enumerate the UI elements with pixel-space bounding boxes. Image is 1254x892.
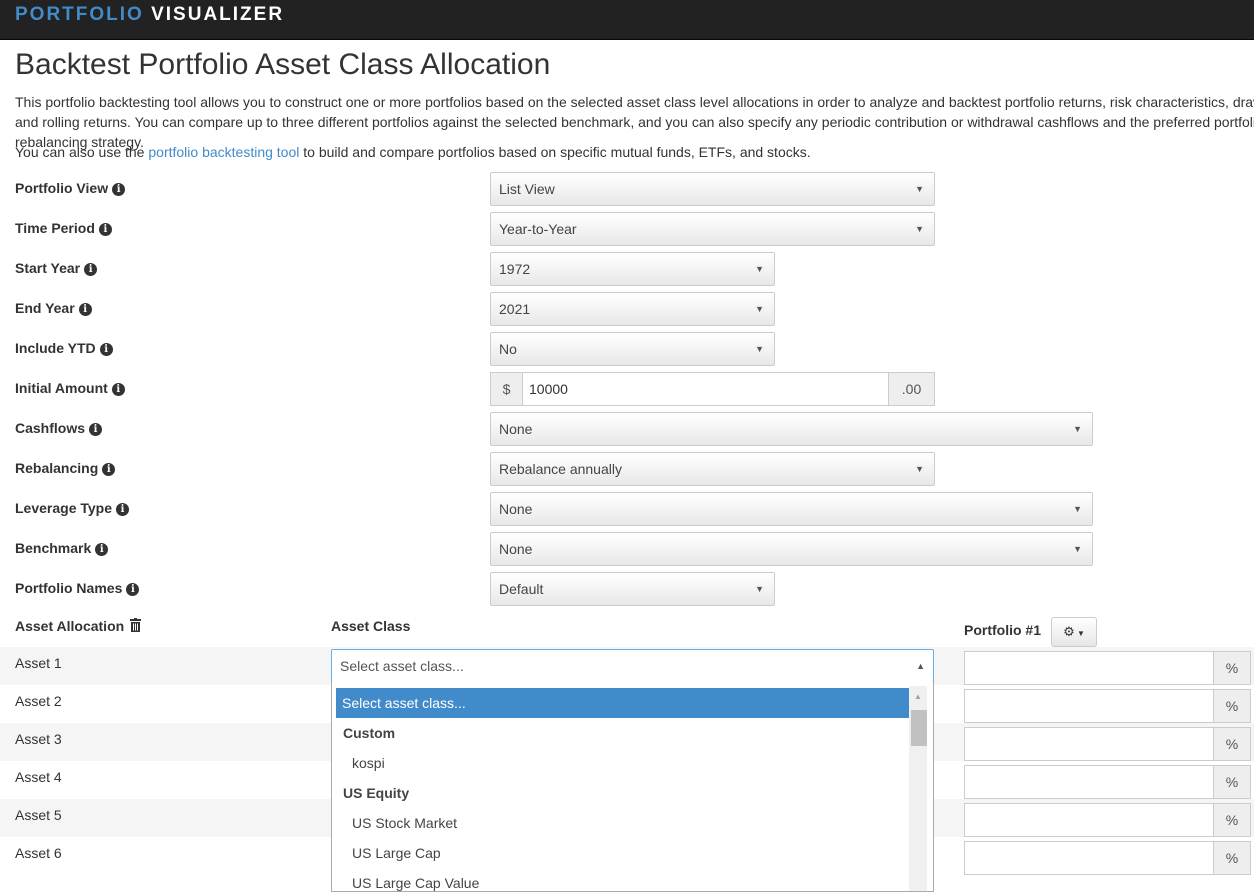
allocation-percent-input[interactable]	[964, 803, 1214, 837]
dropdown-option[interactable]: US Stock Market	[336, 808, 909, 838]
scroll-up-icon[interactable]: ▲	[909, 692, 927, 701]
portfolio-names-label: Portfolio Names i	[15, 580, 140, 596]
info-icon[interactable]: i	[78, 303, 92, 316]
asset-label: Asset 6	[15, 845, 62, 861]
caret-down-icon: ▼	[1073, 504, 1082, 514]
trash-icon[interactable]	[130, 618, 142, 635]
caret-down-icon: ▼	[755, 344, 764, 354]
rebalancing-select[interactable]: Rebalance annually ▼	[490, 452, 935, 486]
include-ytd-select[interactable]: No ▼	[490, 332, 775, 366]
allocation-percent-input[interactable]	[964, 727, 1214, 761]
time-period-label: Time Period i	[15, 220, 112, 236]
asset-label: Asset 1	[15, 655, 62, 671]
info-icon[interactable]: i	[95, 543, 109, 556]
rebalancing-label: Rebalancing i	[15, 460, 116, 476]
leverage-type-label: Leverage Type i	[15, 500, 130, 516]
info-icon[interactable]: i	[98, 223, 112, 236]
caret-up-icon: ▲	[916, 661, 925, 671]
initial-amount-input[interactable]: 10000	[522, 372, 889, 406]
benchmark-select[interactable]: None ▼	[490, 532, 1093, 566]
info-icon[interactable]: i	[99, 343, 113, 356]
caret-down-icon: ▼	[1073, 544, 1082, 554]
caret-down-icon: ▼	[915, 224, 924, 234]
asset-class-dropdown: ▲ Select asset class... Custom kospi US Equ…	[331, 682, 934, 892]
scrollbar-thumb[interactable]	[911, 710, 927, 746]
dropdown-option[interactable]: kospi	[336, 748, 909, 778]
percent-addon: %	[1213, 651, 1251, 685]
initial-amount-label: Initial Amount i	[15, 380, 125, 396]
info-icon[interactable]: i	[116, 503, 130, 516]
cashflows-select[interactable]: None ▼	[490, 412, 1093, 446]
asset-class-header: Asset Class	[331, 618, 411, 634]
portfolio-1-header: Portfolio #1	[964, 622, 1042, 638]
portfolio-view-select[interactable]: List View ▼	[490, 172, 935, 206]
percent-addon: %	[1213, 689, 1251, 723]
info-icon[interactable]: i	[126, 583, 140, 596]
cents-addon: .00	[888, 372, 935, 406]
gear-icon: ⚙	[1063, 624, 1075, 639]
navbar: PORTFOLIO VISUALIZER	[0, 0, 1254, 40]
caret-down-icon: ▼	[755, 264, 764, 274]
asset-allocation-header: Asset Allocation	[15, 618, 142, 635]
page-title: Backtest Portfolio Asset Class Allocatio…	[15, 48, 551, 81]
portfolio-options-button[interactable]: ⚙ ▼	[1051, 617, 1097, 647]
dropdown-option[interactable]: Select asset class...	[336, 688, 909, 718]
asset-label: Asset 5	[15, 807, 62, 823]
info-icon[interactable]: i	[111, 383, 125, 396]
allocation-percent-input[interactable]	[964, 651, 1214, 685]
asset-label: Asset 2	[15, 693, 62, 709]
portfolio-view-label: Portfolio View i	[15, 180, 126, 196]
percent-addon: %	[1213, 841, 1251, 875]
start-year-select[interactable]: 1972 ▼	[490, 252, 775, 286]
portfolio-names-select[interactable]: Default ▼	[490, 572, 775, 606]
brand-part1: PORTFOLIO	[15, 4, 144, 25]
intro2-prefix: You can also use the	[15, 144, 145, 160]
dropdown-group-label: Custom	[343, 725, 396, 741]
brand-logo[interactable]: PORTFOLIO VISUALIZER	[15, 4, 284, 26]
brand-part2: VISUALIZER	[151, 4, 285, 25]
include-ytd-label: Include YTD i	[15, 340, 113, 356]
dropdown-scrollbar[interactable]: ▲	[909, 686, 927, 891]
allocation-percent-input[interactable]	[964, 841, 1214, 875]
dropdown-option[interactable]: US Large Cap	[336, 838, 909, 868]
asset-label: Asset 3	[15, 731, 62, 747]
portfolio-backtesting-link[interactable]: portfolio backtesting tool	[148, 144, 299, 160]
dropdown-option[interactable]: US Large Cap Value	[336, 868, 909, 891]
caret-down-icon: ▼	[755, 304, 764, 314]
intro2-suffix: to build and compare portfolios based on…	[303, 144, 811, 160]
end-year-select[interactable]: 2021 ▼	[490, 292, 775, 326]
currency-addon: $	[490, 372, 523, 406]
percent-addon: %	[1213, 803, 1251, 837]
caret-down-icon: ▼	[915, 464, 924, 474]
cashflows-label: Cashflows i	[15, 420, 103, 436]
caret-down-icon: ▼	[915, 184, 924, 194]
asset-class-select[interactable]: Select asset class... ▲	[331, 649, 934, 683]
start-year-label: Start Year i	[15, 260, 98, 276]
percent-addon: %	[1213, 727, 1251, 761]
info-icon[interactable]: i	[112, 183, 126, 196]
intro-text-2: You can also use the portfolio backtesti…	[15, 142, 811, 162]
initial-amount-group: $ 10000 .00	[490, 372, 935, 406]
caret-down-icon: ▼	[755, 584, 764, 594]
asset-label: Asset 4	[15, 769, 62, 785]
allocation-percent-input[interactable]	[964, 689, 1214, 723]
benchmark-label: Benchmark i	[15, 540, 109, 556]
info-icon[interactable]: i	[89, 423, 103, 436]
caret-down-icon: ▼	[1073, 424, 1082, 434]
percent-addon: %	[1213, 765, 1251, 799]
info-icon[interactable]: i	[102, 463, 116, 476]
info-icon[interactable]: i	[84, 263, 98, 276]
leverage-type-select[interactable]: None ▼	[490, 492, 1093, 526]
end-year-label: End Year i	[15, 300, 92, 316]
allocation-percent-input[interactable]	[964, 765, 1214, 799]
caret-down-icon: ▼	[1074, 629, 1085, 638]
dropdown-group-label: US Equity	[343, 785, 410, 801]
time-period-select[interactable]: Year-to-Year ▼	[490, 212, 935, 246]
